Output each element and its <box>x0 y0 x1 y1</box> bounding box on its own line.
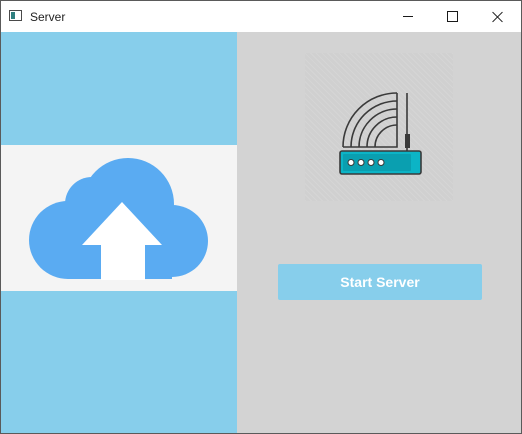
minimize-icon <box>403 16 413 17</box>
title-bar[interactable]: Server <box>1 1 521 32</box>
wifi-router-icon <box>339 92 422 175</box>
maximize-icon <box>446 11 458 22</box>
window-app-icon <box>9 10 22 21</box>
router-illustration-tile <box>305 53 453 201</box>
minimize-button[interactable] <box>385 1 431 32</box>
server-window: Server Start Server <box>0 0 522 434</box>
cloud-upload-icon <box>29 158 208 280</box>
left-panel <box>1 32 237 433</box>
start-server-button[interactable]: Start Server <box>278 264 482 300</box>
close-button[interactable] <box>475 1 521 32</box>
close-icon <box>492 11 504 23</box>
window-title: Server <box>30 10 66 24</box>
right-panel: Start Server <box>237 32 521 433</box>
maximize-button[interactable] <box>429 1 475 32</box>
